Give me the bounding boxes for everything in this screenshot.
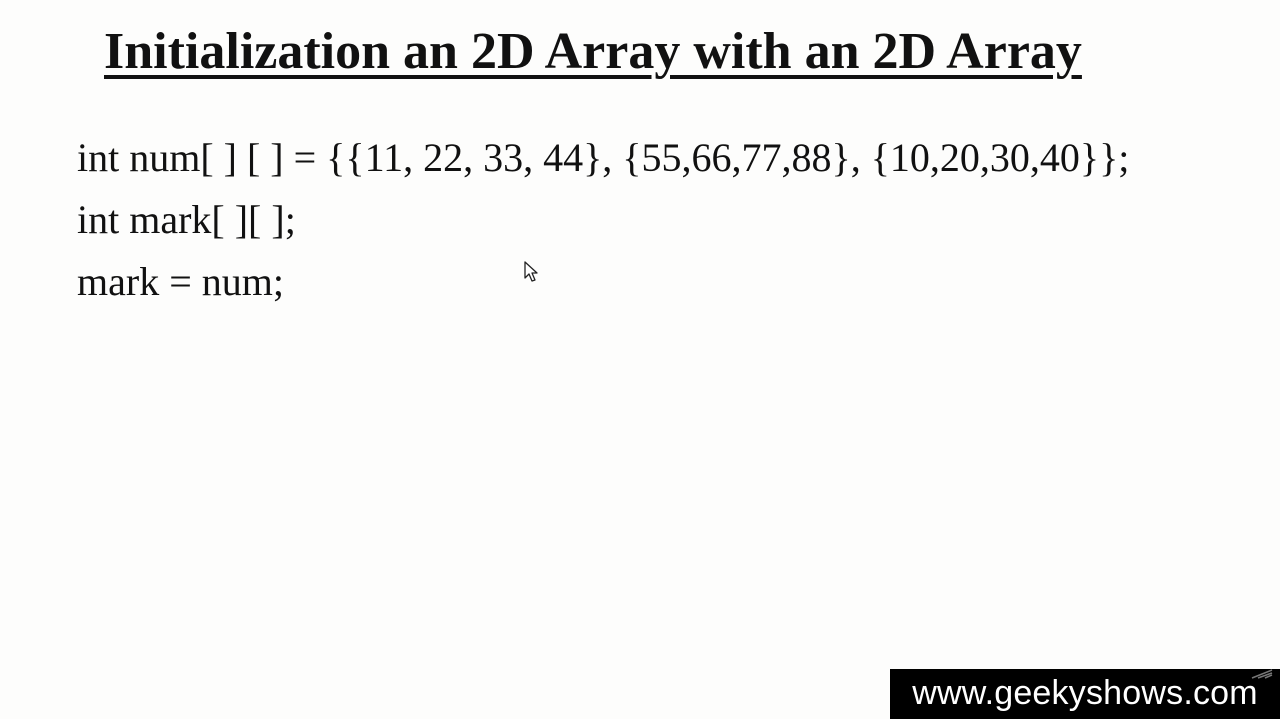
watermark-corner-mark-icon <box>1251 669 1273 679</box>
website-watermark: www.geekyshows.com <box>890 669 1280 719</box>
mouse-pointer-icon <box>524 261 538 282</box>
watermark-url: www.geekyshows.com <box>912 674 1258 712</box>
code-line-array-initialization: int num[ ] [ ] = {{11, 22, 33, 44}, {55,… <box>77 135 1130 180</box>
slide-title: Initialization an 2D Array with an 2D Ar… <box>104 23 1082 80</box>
presentation-slide: Initialization an 2D Array with an 2D Ar… <box>0 0 1280 719</box>
code-line-array-assignment: mark = num; <box>77 259 284 304</box>
code-line-array-declaration: int mark[ ][ ]; <box>77 197 296 242</box>
